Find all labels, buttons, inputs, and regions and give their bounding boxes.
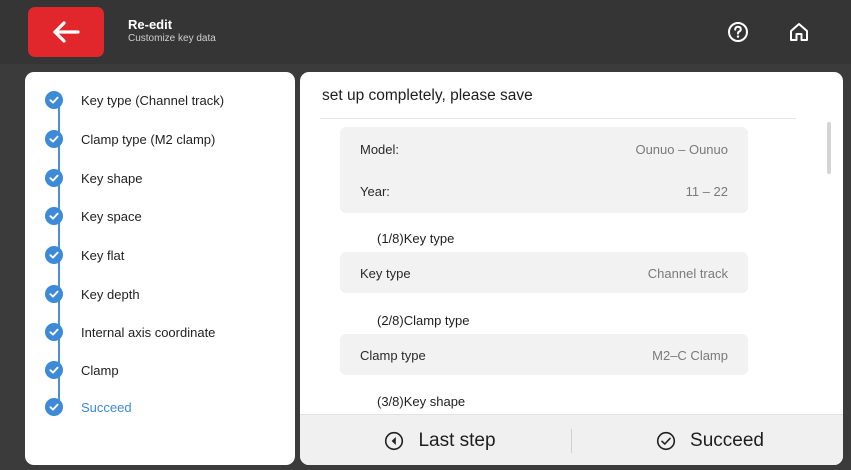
step-label: Key shape <box>81 170 143 186</box>
step-item[interactable]: Succeed <box>45 397 132 417</box>
check-icon <box>45 285 63 303</box>
step-item[interactable]: Key type (Channel track) <box>45 90 224 110</box>
step-label: Key depth <box>81 286 140 302</box>
arrow-left-icon <box>53 21 80 43</box>
clamp-type-label: Clamp type <box>360 347 426 363</box>
back-button[interactable] <box>28 7 104 57</box>
bottom-action-bar: Last step Succeed <box>300 414 843 465</box>
check-circle-icon <box>656 431 676 450</box>
section-clamp-type: (2/8)Clamp type <box>377 313 470 328</box>
summary-panel: set up completely, please save Model: Ou… <box>300 72 843 465</box>
check-icon <box>45 207 63 225</box>
check-icon <box>45 323 63 341</box>
title-block: Re-edit Customize key data <box>128 17 216 46</box>
key-type-label: Key type <box>360 265 411 281</box>
clamp-type-card: Clamp type M2–C Clamp <box>340 334 748 375</box>
succeed-label: Succeed <box>690 429 764 451</box>
step-item[interactable]: Key shape <box>45 168 142 188</box>
key-type-value: Channel track <box>647 265 728 281</box>
year-label: Year: <box>360 183 390 199</box>
summary-heading: set up completely, please save <box>322 87 533 104</box>
page-title: Re-edit <box>128 17 173 32</box>
step-label: Key type (Channel track) <box>81 92 225 108</box>
clamp-type-row: Clamp type M2–C Clamp <box>360 343 728 367</box>
step-label: Key space <box>81 208 142 224</box>
key-type-row: Key type Channel track <box>360 261 728 285</box>
circle-back-icon <box>385 431 404 450</box>
model-value: Ounuo – Ounuo <box>635 141 728 157</box>
model-label: Model: <box>360 141 400 157</box>
section-key-type: (1/8)Key type <box>377 231 455 246</box>
clamp-type-value: M2–C Clamp <box>652 347 728 363</box>
key-type-card: Key type Channel track <box>340 252 748 293</box>
check-icon <box>45 169 63 187</box>
home-button[interactable] <box>787 20 811 44</box>
step-item[interactable]: Key depth <box>45 284 140 304</box>
step-item[interactable]: Internal axis coordinate <box>45 322 215 342</box>
check-icon <box>45 398 63 416</box>
step-item[interactable]: Key space <box>45 206 142 226</box>
year-value: 11 – 22 <box>685 183 728 199</box>
year-row: Year: 11 – 22 <box>360 179 728 203</box>
model-row: Model: Ounuo – Ounuo <box>360 137 728 161</box>
question-circle-icon <box>728 22 748 42</box>
scrollbar[interactable] <box>827 122 831 174</box>
help-button[interactable] <box>726 20 750 44</box>
divider <box>320 118 796 119</box>
steps-panel: Key type (Channel track) Clamp type (M2 c… <box>25 72 295 465</box>
step-label: Clamp <box>81 362 119 378</box>
check-icon <box>45 246 63 264</box>
divider <box>571 429 572 453</box>
step-label: Internal axis coordinate <box>81 324 216 340</box>
home-icon <box>790 23 808 41</box>
last-step-label: Last step <box>418 429 496 451</box>
section-key-shape: (3/8)Key shape <box>377 394 466 409</box>
model-card: Model: Ounuo – Ounuo Year: 11 – 22 <box>340 127 748 213</box>
check-icon <box>45 361 63 379</box>
page-subtitle: Customize key data <box>128 33 216 44</box>
step-label: Succeed <box>81 399 132 415</box>
succeed-button[interactable]: Succeed <box>630 415 790 465</box>
step-item[interactable]: Key flat <box>45 245 124 265</box>
top-bar: Re-edit Customize key data <box>0 0 851 64</box>
step-item[interactable]: Clamp <box>45 360 119 380</box>
step-item[interactable]: Clamp type (M2 clamp) <box>45 129 215 149</box>
check-icon <box>45 91 63 109</box>
step-label: Clamp type (M2 clamp) <box>81 131 216 147</box>
check-icon <box>45 130 63 148</box>
step-label: Key flat <box>81 247 125 263</box>
last-step-button[interactable]: Last step <box>360 415 520 465</box>
